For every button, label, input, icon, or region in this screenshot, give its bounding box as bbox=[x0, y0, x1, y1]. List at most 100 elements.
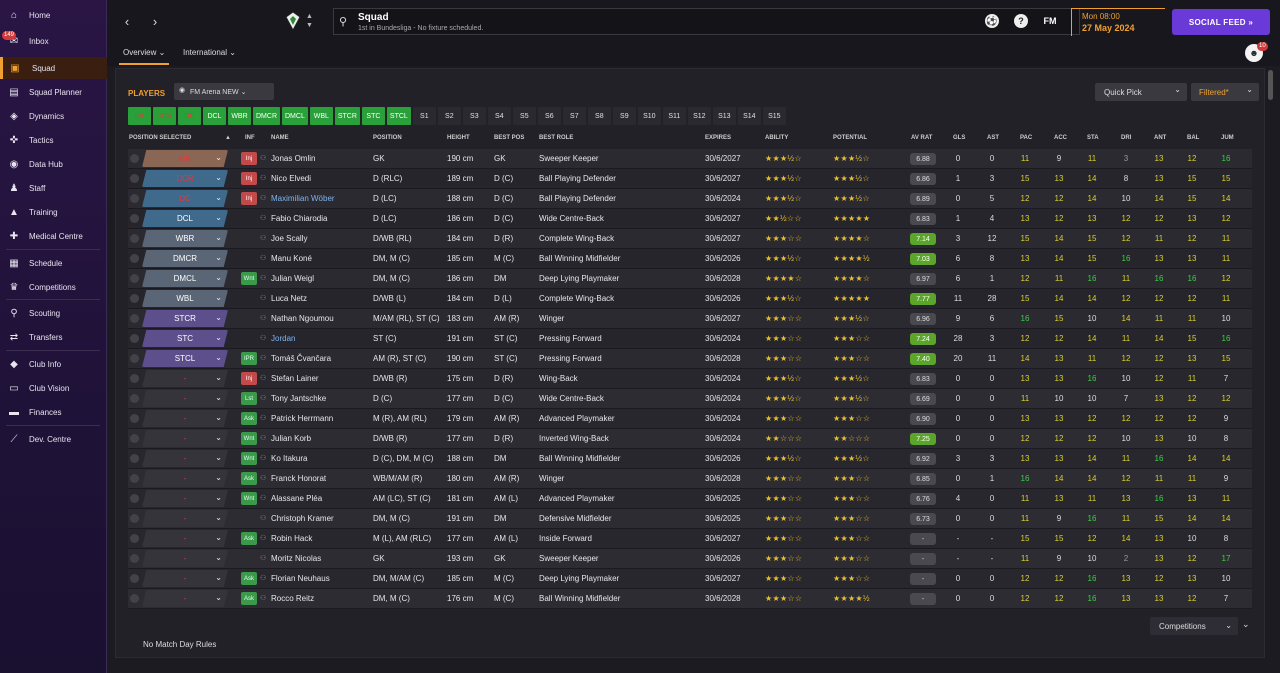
filter-s3[interactable]: S3 bbox=[462, 107, 486, 125]
col-potential[interactable]: POTENTIAL bbox=[833, 135, 867, 141]
sidebar-item-scouting[interactable]: ⚲ Scouting bbox=[0, 302, 107, 324]
player-name[interactable]: Patrick Herrmann bbox=[271, 414, 333, 423]
col-jum[interactable]: JUM bbox=[1221, 135, 1234, 141]
filter-dcl[interactable]: DCL bbox=[203, 107, 226, 125]
sidebar-item-staff[interactable]: ♟ Staff bbox=[0, 177, 107, 199]
selection-dot[interactable] bbox=[130, 534, 139, 543]
table-row[interactable]: - ⌄ Wnt ⚇ Ko Itakura D (C), DM, M (C) 188 cm DM… bbox=[128, 449, 1252, 469]
sidebar-item-medical-centre[interactable]: ✚ Medical Centre bbox=[0, 225, 107, 247]
filter-gk[interactable]: GK bbox=[128, 107, 151, 125]
forward-button[interactable]: › bbox=[147, 12, 163, 30]
scrollbar[interactable] bbox=[1268, 70, 1273, 100]
filter-s1[interactable]: S1 bbox=[412, 107, 436, 125]
position-select[interactable]: - ⌄ bbox=[142, 570, 228, 587]
selection-dot[interactable] bbox=[130, 374, 139, 383]
col-ast[interactable]: AST bbox=[987, 135, 999, 141]
table-row[interactable]: STCR ⌄ ⚇ Nathan Ngoumou M/AM (RL), ST (C) 183… bbox=[128, 309, 1252, 329]
player-name[interactable]: Manu Koné bbox=[271, 254, 312, 263]
selection-dot[interactable] bbox=[130, 294, 139, 303]
quick-pick-button[interactable]: Quick Pick ⌄ bbox=[1095, 83, 1187, 101]
sidebar-item-dev-centre[interactable]: ⟋ Dev. Centre bbox=[0, 428, 107, 450]
position-select[interactable]: - ⌄ bbox=[142, 490, 228, 507]
selection-dot[interactable] bbox=[130, 434, 139, 443]
player-name[interactable]: Nathan Ngoumou bbox=[271, 314, 334, 323]
position-select[interactable]: - ⌄ bbox=[142, 450, 228, 467]
selection-dot[interactable] bbox=[130, 394, 139, 403]
selection-dot[interactable] bbox=[130, 594, 139, 603]
selection-dot[interactable] bbox=[130, 514, 139, 523]
table-row[interactable]: - ⌄ Ask ⚇ Robin Hack M (L), AM (RLC) 177 cm AM … bbox=[128, 529, 1252, 549]
position-select[interactable]: - ⌄ bbox=[142, 470, 228, 487]
player-name[interactable]: Christoph Kramer bbox=[271, 514, 334, 523]
player-name[interactable]: Julian Korb bbox=[271, 434, 311, 443]
table-row[interactable]: - ⌄ ⚇ Moritz Nicolas GK 193 cm GK Sweeper Keepe… bbox=[128, 549, 1252, 569]
sidebar-item-competitions[interactable]: ♛ Competitions bbox=[0, 276, 107, 298]
selection-dot[interactable] bbox=[130, 494, 139, 503]
position-select[interactable]: - ⌄ bbox=[142, 550, 228, 567]
player-name[interactable]: Luca Netz bbox=[271, 294, 307, 303]
view-select[interactable]: ◉ FM Arena NEW ⌄ bbox=[174, 83, 274, 100]
player-name[interactable]: Jordan bbox=[271, 334, 295, 343]
table-row[interactable]: - ⌄ Lst ⚇ Tony Jantschke D (C) 177 cm D (C) Wide… bbox=[128, 389, 1252, 409]
player-name[interactable]: Rocco Reitz bbox=[271, 594, 314, 603]
help-icon[interactable]: ? bbox=[1014, 14, 1028, 28]
position-select[interactable]: - ⌄ bbox=[142, 590, 228, 607]
selection-dot[interactable] bbox=[130, 454, 139, 463]
player-name[interactable]: Tony Jantschke bbox=[271, 394, 326, 403]
selection-dot[interactable] bbox=[130, 334, 139, 343]
search-box[interactable]: ⚲ Squad 1st in Bundesliga - No fixture s… bbox=[333, 8, 1080, 35]
filter-s11[interactable]: S11 bbox=[662, 107, 686, 125]
expand-chevron-icon[interactable]: ⌄ bbox=[1242, 619, 1250, 630]
position-select[interactable]: DCR ⌄ bbox=[142, 170, 228, 187]
player-name[interactable]: Alassane Pléa bbox=[271, 494, 322, 503]
table-row[interactable]: - ⌄ Ask ⚇ Patrick Herrmann M (R), AM (RL) 179 … bbox=[128, 409, 1252, 429]
player-name[interactable]: Moritz Nicolas bbox=[271, 554, 321, 563]
social-feed-button[interactable]: SOCIAL FEED » bbox=[1172, 9, 1270, 35]
selection-dot[interactable] bbox=[130, 214, 139, 223]
filter-s13[interactable]: S13 bbox=[712, 107, 736, 125]
filter-stcr[interactable]: STCR bbox=[334, 107, 360, 125]
col-ant[interactable]: ANT bbox=[1154, 135, 1166, 141]
table-row[interactable]: DMCR ⌄ ⚇ Manu Koné DM, M (C) 185 cm M (C) Ball … bbox=[128, 249, 1252, 269]
position-select[interactable]: STCL ⌄ bbox=[142, 350, 228, 367]
col-acc[interactable]: ACC bbox=[1054, 135, 1067, 141]
filter-stcl[interactable]: STCL bbox=[386, 107, 411, 125]
filter-s12[interactable]: S12 bbox=[687, 107, 711, 125]
col-name[interactable]: NAME bbox=[271, 135, 289, 141]
club-switch-arrows[interactable]: ▲ ▼ bbox=[306, 12, 313, 30]
col-av-rat[interactable]: AV RAT bbox=[911, 135, 932, 141]
col-dri[interactable]: DRI bbox=[1121, 135, 1131, 141]
selection-dot[interactable] bbox=[130, 414, 139, 423]
filter-s7[interactable]: S7 bbox=[562, 107, 586, 125]
sidebar-item-dynamics[interactable]: ◈ Dynamics bbox=[0, 105, 107, 127]
col-best-pos[interactable]: BEST POS bbox=[494, 135, 524, 141]
filter-s8[interactable]: S8 bbox=[587, 107, 611, 125]
table-row[interactable]: - ⌄ Wnt ⚇ Julian Korb D/WB (R) 177 cm D (R) Inve… bbox=[128, 429, 1252, 449]
sidebar-item-training[interactable]: ▲ Training bbox=[0, 201, 107, 223]
sidebar-item-transfers[interactable]: ⇄ Transfers bbox=[0, 326, 107, 348]
table-row[interactable]: - ⌄ Ask ⚇ Florian Neuhaus DM, M/AM (C) 185 cm M… bbox=[128, 569, 1252, 589]
player-name[interactable]: Nico Elvedi bbox=[271, 174, 311, 183]
sidebar-item-inbox[interactable]: ✉ Inbox 149 bbox=[0, 30, 107, 52]
col-bal[interactable]: BAL bbox=[1187, 135, 1199, 141]
position-select[interactable]: - ⌄ bbox=[142, 410, 228, 427]
position-select[interactable]: - ⌄ bbox=[142, 370, 228, 387]
player-name[interactable]: Jonas Omlin bbox=[271, 154, 315, 163]
position-select[interactable]: STCR ⌄ bbox=[142, 310, 228, 327]
position-select[interactable]: - ⌄ bbox=[142, 430, 228, 447]
player-name[interactable]: Julian Weigl bbox=[271, 274, 314, 283]
selection-dot[interactable] bbox=[130, 194, 139, 203]
position-select[interactable]: DCL ⌄ bbox=[142, 210, 228, 227]
col-best-role[interactable]: BEST ROLE bbox=[539, 135, 573, 141]
selection-dot[interactable] bbox=[130, 474, 139, 483]
table-row[interactable]: WBL ⌄ ⚇ Luca Netz D/WB (L) 184 cm D (L) Complet… bbox=[128, 289, 1252, 309]
filter-s4[interactable]: S4 bbox=[487, 107, 511, 125]
football-icon[interactable]: ⚽ bbox=[985, 14, 999, 28]
sidebar-item-finances[interactable]: ▬ Finances bbox=[0, 401, 107, 423]
position-select[interactable]: - ⌄ bbox=[142, 510, 228, 527]
position-select[interactable]: DMCL ⌄ bbox=[142, 270, 228, 287]
sidebar-item-schedule[interactable]: ▦ Schedule bbox=[0, 252, 107, 274]
player-name[interactable]: Stefan Lainer bbox=[271, 374, 319, 383]
filter-dc[interactable]: DC bbox=[178, 107, 201, 125]
player-name[interactable]: Joe Scally bbox=[271, 234, 307, 243]
